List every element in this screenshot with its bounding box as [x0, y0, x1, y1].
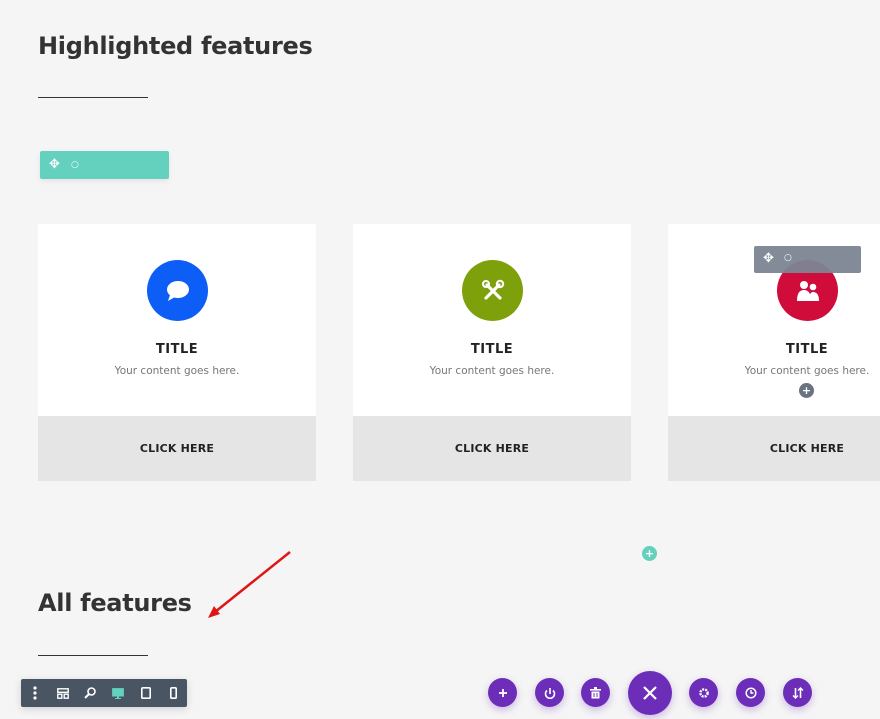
click-here-button[interactable]: CLICK HERE — [668, 416, 880, 481]
move-icon[interactable]: ✥ — [763, 251, 774, 266]
module-settings-handle[interactable]: ✥ ○ — [754, 246, 861, 273]
card-text: Your content goes here. — [114, 365, 240, 377]
tools-icon — [462, 260, 523, 321]
add-button[interactable] — [488, 678, 517, 707]
more-options-icon[interactable] — [21, 679, 49, 707]
add-row-button[interactable]: + — [642, 546, 657, 561]
portability-icon — [544, 687, 555, 699]
all-features-heading: All features — [38, 589, 192, 617]
history-button[interactable] — [736, 678, 765, 707]
click-here-button[interactable]: CLICK HERE — [38, 416, 316, 481]
gear-icon — [698, 687, 709, 698]
close-builder-button[interactable] — [628, 671, 672, 715]
feature-card: TITLE Your content goes here. CLICK HERE — [38, 224, 316, 481]
page-settings-button[interactable] — [689, 678, 718, 707]
clock-icon — [744, 686, 757, 699]
view-mode-toolbar — [21, 679, 187, 707]
add-icon — [498, 688, 507, 697]
desktop-view-icon[interactable] — [104, 679, 132, 707]
sort-arrows-icon — [792, 686, 803, 699]
card-title: TITLE — [155, 342, 199, 357]
clear-layout-button[interactable] — [581, 678, 610, 707]
add-module-button[interactable]: + — [799, 383, 814, 398]
card-text: Your content goes here. — [429, 365, 555, 377]
portability-button[interactable] — [535, 678, 564, 707]
settings-dot-icon[interactable]: ○ — [784, 253, 792, 263]
highlighted-features-heading: Highlighted features — [38, 32, 313, 60]
feature-card: TITLE Your content goes here. CLICK HERE — [353, 224, 631, 481]
card-text: Your content goes here. — [744, 365, 870, 377]
wireframe-view-icon[interactable] — [49, 679, 77, 707]
click-here-button[interactable]: CLICK HERE — [353, 416, 631, 481]
row-settings-handle[interactable]: ✥ ○ — [40, 151, 169, 179]
annotation-arrow — [208, 551, 291, 618]
phone-view-icon[interactable] — [159, 679, 187, 707]
chat-bubble-icon — [147, 260, 208, 321]
divider — [38, 655, 148, 656]
zoom-icon[interactable] — [76, 679, 104, 707]
move-icon[interactable]: ✥ — [49, 157, 60, 173]
trash-icon — [590, 686, 601, 698]
settings-dot-icon[interactable]: ○ — [71, 157, 79, 173]
divider — [38, 97, 148, 98]
close-icon — [643, 686, 657, 700]
tablet-view-icon[interactable] — [132, 679, 160, 707]
card-title: TITLE — [470, 342, 514, 357]
card-title: TITLE — [785, 342, 829, 357]
sort-button[interactable] — [783, 678, 812, 707]
